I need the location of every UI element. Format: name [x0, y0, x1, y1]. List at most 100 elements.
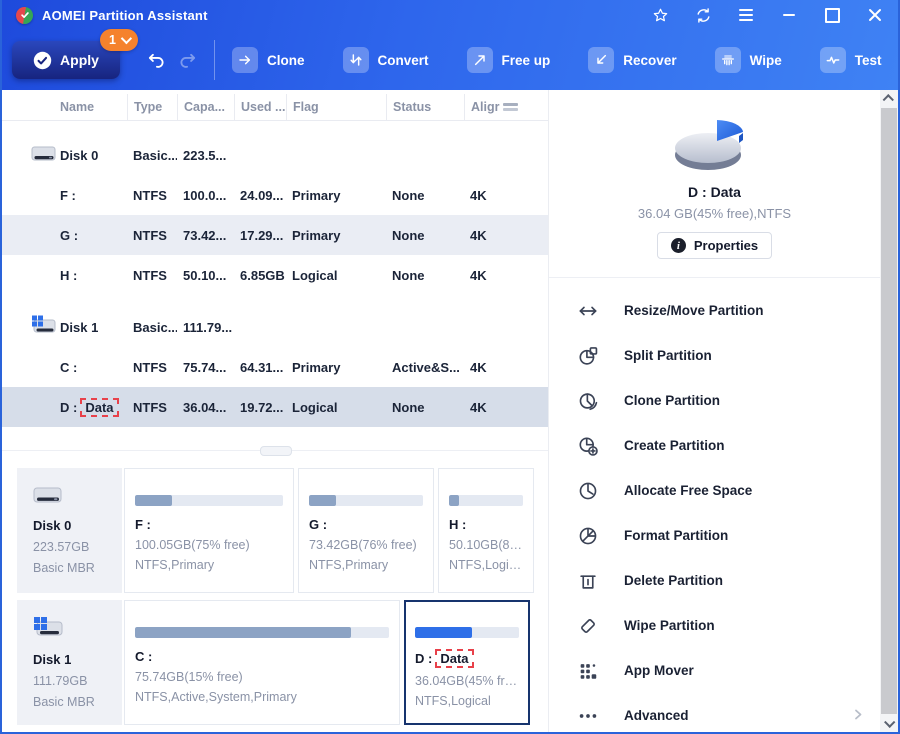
- app-mover-icon: [580, 663, 597, 679]
- chevron-down-icon: [120, 32, 133, 45]
- sync-icon[interactable]: [694, 6, 712, 24]
- table-row-c[interactable]: C : NTFS 75.74... 64.31... Primary Activ…: [2, 347, 548, 387]
- column-flag[interactable]: Flag: [286, 94, 386, 120]
- row-type: NTFS: [133, 359, 167, 375]
- test-label: Test: [854, 52, 882, 68]
- column-align[interactable]: Aligr: [464, 94, 548, 120]
- minimize-button[interactable]: [780, 6, 798, 24]
- system-disk-icon: [31, 315, 57, 340]
- column-status[interactable]: Status: [386, 94, 464, 120]
- action-clone-partition[interactable]: Clone Partition: [549, 378, 880, 423]
- scroll-down-button[interactable]: [880, 714, 898, 732]
- titlebar: AOMEI Partition Assistant: [2, 0, 898, 30]
- partition-cell-h[interactable]: H : 50.10GB(86... NTFS,Logical: [438, 468, 534, 593]
- action-delete-partition[interactable]: Delete Partition: [549, 558, 880, 603]
- action-create-partition[interactable]: Create Partition: [549, 423, 880, 468]
- pane-drag-handle[interactable]: [260, 446, 292, 456]
- partition-fs: NTFS,Active,System,Primary: [135, 690, 297, 704]
- action-label: Wipe Partition: [624, 618, 715, 633]
- clone-button[interactable]: Clone: [232, 47, 305, 73]
- row-status: None: [392, 187, 425, 203]
- row-used: 24.09...: [240, 187, 284, 203]
- format-partition-icon: [579, 527, 597, 544]
- action-label: Clone Partition: [624, 393, 721, 408]
- convert-button[interactable]: Convert: [342, 47, 429, 73]
- clone-icon: [232, 47, 258, 73]
- free-up-button[interactable]: Free up: [466, 47, 551, 73]
- wipe-button[interactable]: Wipe: [714, 47, 782, 73]
- clone-partition-icon: [579, 392, 598, 410]
- action-label: Advanced: [624, 708, 689, 723]
- action-advanced[interactable]: Advanced: [549, 693, 880, 732]
- partition-fs: NTFS,Logical: [449, 558, 523, 572]
- scrollbar-thumb[interactable]: [881, 108, 897, 714]
- action-allocate-free-space[interactable]: Allocate Free Space: [549, 468, 880, 513]
- system-disk-icon: [33, 617, 63, 644]
- redo-button[interactable]: [178, 50, 198, 70]
- partition-cell-c[interactable]: C : 75.74GB(15% free) NTFS,Active,System…: [124, 600, 400, 725]
- undo-button[interactable]: [146, 50, 166, 70]
- disk-scheme: Basic MBR: [33, 561, 95, 575]
- action-resize-move-partition[interactable]: Resize/Move Partition: [549, 288, 880, 333]
- row-name: F :: [60, 187, 76, 203]
- titlebar-controls: [651, 6, 884, 24]
- row-type: NTFS: [133, 267, 167, 283]
- action-label: Split Partition: [624, 348, 712, 363]
- table-row-disk0[interactable]: Disk 0 Basic... 223.5...: [2, 135, 548, 175]
- table-row-g[interactable]: G : NTFS 73.42... 17.29... Primary None …: [2, 215, 548, 255]
- recover-icon: [588, 47, 615, 73]
- action-app-mover[interactable]: App Mover: [549, 648, 880, 693]
- partition-cell-d-selected[interactable]: D : Data 36.04GB(45% free) NTFS,Logical: [404, 600, 530, 725]
- column-type[interactable]: Type: [127, 94, 177, 120]
- action-wipe-partition[interactable]: Wipe Partition: [549, 603, 880, 648]
- vertical-scrollbar[interactable]: [880, 90, 898, 732]
- menu-icon[interactable]: [737, 6, 755, 24]
- usage-bar: [135, 495, 283, 506]
- header: AOMEI Partition Assistant Apply 1 Clone …: [2, 0, 898, 90]
- column-settings-icon[interactable]: [503, 103, 519, 111]
- info-icon: [670, 238, 686, 253]
- row-status: None: [392, 227, 425, 243]
- toolbar-separator: [214, 40, 215, 80]
- row-type: NTFS: [133, 399, 167, 415]
- table-row-f[interactable]: F : NTFS 100.0... 24.09... Primary None …: [2, 175, 548, 215]
- table-row-h[interactable]: H : NTFS 50.10... 6.85GB Logical None 4K: [2, 255, 548, 295]
- action-split-partition[interactable]: Split Partition: [549, 333, 880, 378]
- hdd-icon: [31, 144, 57, 167]
- disk0-info[interactable]: Disk 0 223.57GB Basic MBR: [17, 468, 122, 593]
- disk-name: Disk 0: [33, 518, 72, 533]
- toolbar-buttons: Clone Convert Free up Recover Wipe Test: [232, 47, 898, 73]
- partition-cell-f[interactable]: F : 100.05GB(75% free) NTFS,Primary: [124, 468, 294, 593]
- close-button[interactable]: [866, 6, 884, 24]
- maximize-button[interactable]: [823, 6, 841, 24]
- sidebar: D : Data 36.04 GB(45% free),NTFS Propert…: [548, 90, 880, 732]
- clone-label: Clone: [267, 52, 305, 68]
- action-label: Allocate Free Space: [624, 483, 753, 498]
- column-name[interactable]: Name: [2, 94, 127, 120]
- properties-button[interactable]: Properties: [656, 232, 773, 259]
- table-row-d-selected[interactable]: D : Data NTFS 36.04... 19.72... Logical …: [2, 387, 548, 427]
- scroll-up-button[interactable]: [880, 90, 898, 108]
- action-format-partition[interactable]: Format Partition: [549, 513, 880, 558]
- column-capacity[interactable]: Capa...: [177, 94, 234, 120]
- free-up-icon: [466, 47, 493, 73]
- test-button[interactable]: Test: [819, 47, 882, 73]
- chevron-right-icon: [852, 708, 864, 723]
- disk-name: Disk 1: [33, 652, 72, 667]
- recover-button[interactable]: Recover: [588, 47, 677, 73]
- table-rows: Disk 0 Basic... 223.5... F : NTFS 100.0.…: [2, 120, 548, 427]
- partition-name: F :: [135, 517, 151, 532]
- column-used[interactable]: Used ...: [234, 94, 286, 120]
- row-name: D :: [60, 399, 78, 415]
- favorite-star-icon[interactable]: [651, 6, 669, 24]
- partition-cell-g[interactable]: G : 73.42GB(76% free) NTFS,Primary: [298, 468, 434, 593]
- pending-operations-badge[interactable]: 1: [100, 29, 138, 51]
- disk1-info[interactable]: Disk 1 111.79GB Basic MBR: [17, 600, 122, 725]
- hdd-icon: [33, 487, 63, 510]
- row-capacity: 223.5...: [183, 147, 227, 163]
- row-align: 4K: [470, 359, 487, 375]
- free-up-label: Free up: [501, 52, 551, 68]
- table-row-disk1[interactable]: Disk 1 Basic... 111.79...: [2, 307, 548, 347]
- row-flag: Logical: [292, 267, 338, 283]
